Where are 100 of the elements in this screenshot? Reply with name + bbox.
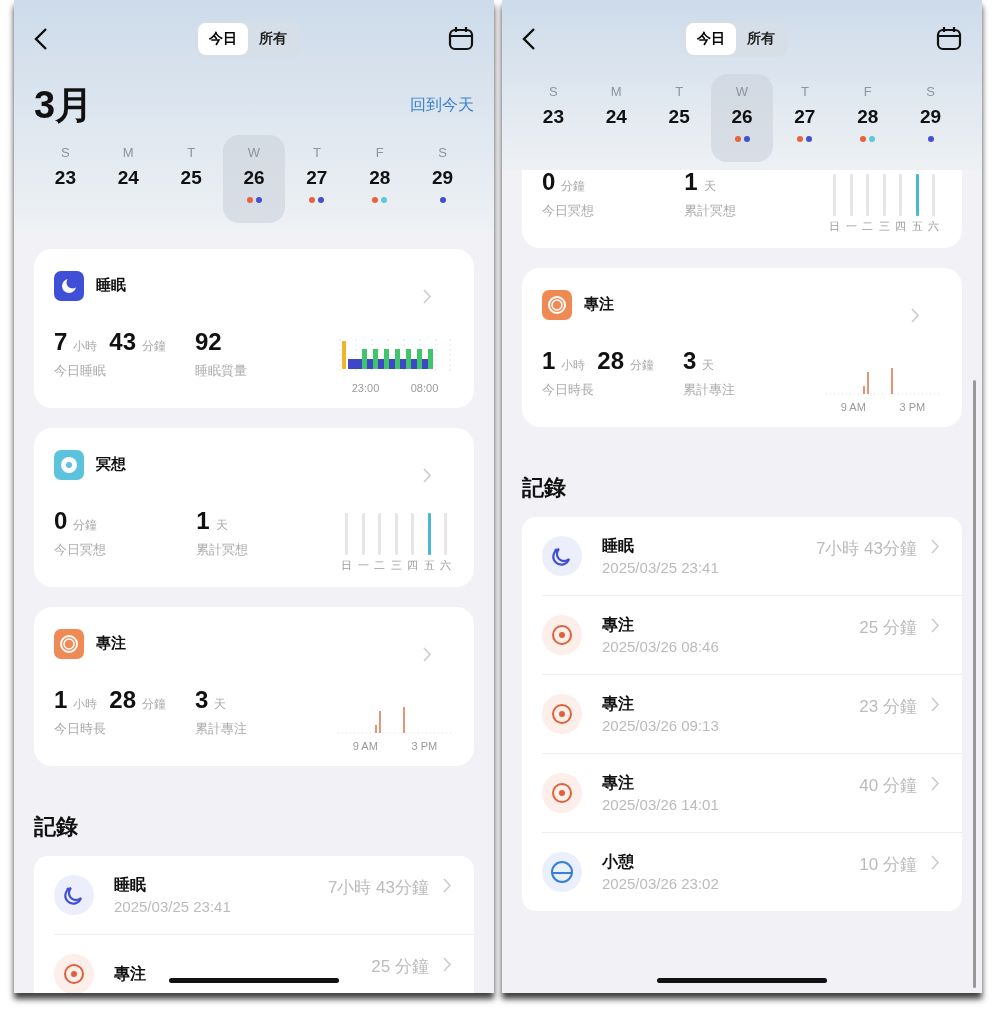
stat-label: 今日時長 [54,720,107,738]
stat-label: 今日冥想 [542,202,595,220]
chevron-right-icon[interactable] [443,957,452,972]
calendar-day[interactable]: S 23 [522,74,585,162]
stat-value: 28 [109,686,137,714]
stat-unit: 天 [215,517,228,534]
record-duration: 7小時 43分鐘 [815,538,917,560]
axis-label: 3 PM [899,401,926,413]
calendar-day[interactable]: M 24 [96,135,160,223]
record-title[interactable]: 專注 [602,773,860,794]
stat-value: 0 [54,507,68,535]
stat-value: 1 [196,507,210,535]
record-duration: 10 分鐘 [859,854,917,876]
chevron-right-icon[interactable] [443,878,452,893]
stat-unit: 分鐘 [630,357,655,374]
calendar-day[interactable]: M 24 [584,74,648,162]
moon-icon [542,536,582,576]
weekday-label: T [187,145,196,160]
calendar-day[interactable]: S 29 [411,135,474,223]
axis-label: 一 [357,558,369,573]
chevron-right-icon[interactable] [931,855,940,870]
chevron-right-icon[interactable] [423,647,432,662]
scrollbar[interactable] [973,380,976,988]
focus-summary-card[interactable]: 專注 1 小時 28 分鐘 今日時長 3 天 累計專注 9 AM 3 PM [522,268,962,427]
stat-unit: 小時 [73,338,98,355]
day-number: 26 [731,106,753,128]
stat-value: 1 [54,686,68,714]
day-number: 24 [605,106,627,128]
home-indicator[interactable] [657,978,827,983]
tab[interactable]: 今日 [686,23,736,55]
day-number: 27 [306,167,328,189]
chevron-right-icon[interactable] [931,697,940,712]
stat-unit: 分鐘 [561,178,586,195]
calendar-day[interactable]: T 27 [285,135,349,223]
day-number: 23 [542,106,564,128]
chevron-right-icon[interactable] [423,289,432,304]
weekday-label: T [675,84,684,99]
weekday-label: M [610,84,622,99]
record-duration: 23 分鐘 [859,696,917,718]
weekday-label: T [800,84,809,99]
record-duration: 7小時 43分鐘 [327,877,429,899]
home-indicator[interactable] [169,978,339,983]
record-time: 2025/03/26 14:01 [602,796,720,813]
month-title: 3月 [34,83,94,128]
calendar-icon[interactable] [936,26,962,52]
calendar-day[interactable]: T 25 [159,135,223,223]
record-title[interactable]: 小憩 [602,852,860,873]
target-icon [542,289,572,320]
record-title[interactable]: 專注 [114,963,372,985]
weekday-label: M [122,145,134,160]
calendar-day[interactable]: W 26 [222,135,286,223]
axis-label: 08:00 [410,382,439,394]
calendar-day[interactable]: S 29 [899,74,962,162]
record-duration: 25 分鐘 [859,617,917,639]
day-number: 26 [243,167,265,189]
chevron-right-icon[interactable] [931,539,940,554]
record-title[interactable]: 專注 [602,694,860,715]
target-icon [54,954,94,993]
calendar-day[interactable]: F 28 [348,135,412,223]
back-icon[interactable] [522,27,536,51]
weekday-label: F [375,145,384,160]
chevron-right-icon[interactable] [931,776,940,791]
stat-value: 7 [54,328,68,356]
stat-label: 今日時長 [542,381,595,399]
tab[interactable]: 今日 [198,23,248,55]
tab[interactable]: 所有 [736,23,786,55]
stat-value: 1 [542,347,556,375]
record-title[interactable]: 睡眠 [114,875,328,896]
day-number: 28 [369,167,391,189]
moon-icon [54,270,84,301]
calendar-day[interactable]: W 26 [710,74,774,162]
chevron-right-icon[interactable] [911,308,920,323]
half-circle-icon [542,852,582,892]
axis-label: 五 [911,219,923,234]
card-title: 冥想 [96,455,127,474]
calendar-icon[interactable] [448,26,474,52]
tab[interactable]: 所有 [248,23,298,55]
stat-unit: 天 [703,178,716,195]
calendar-day[interactable]: T 27 [773,74,837,162]
chevron-right-icon[interactable] [423,468,432,483]
back-icon[interactable] [34,27,48,51]
weekday-label: F [863,84,872,99]
record-duration: 40 分鐘 [859,775,917,797]
card-title: 專注 [584,295,615,314]
stat-value: 28 [597,347,625,375]
calendar-day[interactable]: S 23 [34,135,97,223]
record-title[interactable]: 睡眠 [602,536,816,557]
axis-label: 23:00 [351,382,380,394]
sleep-summary-card[interactable]: 睡眠 7 小時 43 分鐘 今日睡眠 92 睡眠質量 23:00 08:00 [34,249,474,408]
record-time: 2025/03/26 08:46 [602,638,720,655]
stat-value: 1 [684,168,698,196]
stat-unit: 小時 [561,357,586,374]
record-title[interactable]: 專注 [602,615,860,636]
record-duration: 25 分鐘 [371,956,429,978]
calendar-day[interactable]: T 25 [647,74,711,162]
calendar-day[interactable]: F 28 [836,74,900,162]
axis-label: 日 [341,558,353,573]
stat-unit: 天 [702,357,715,374]
chevron-right-icon[interactable] [931,618,940,633]
focus-summary-card[interactable]: 專注 1 小時 28 分鐘 今日時長 3 天 累計專注 9 AM 3 PM [34,607,474,766]
